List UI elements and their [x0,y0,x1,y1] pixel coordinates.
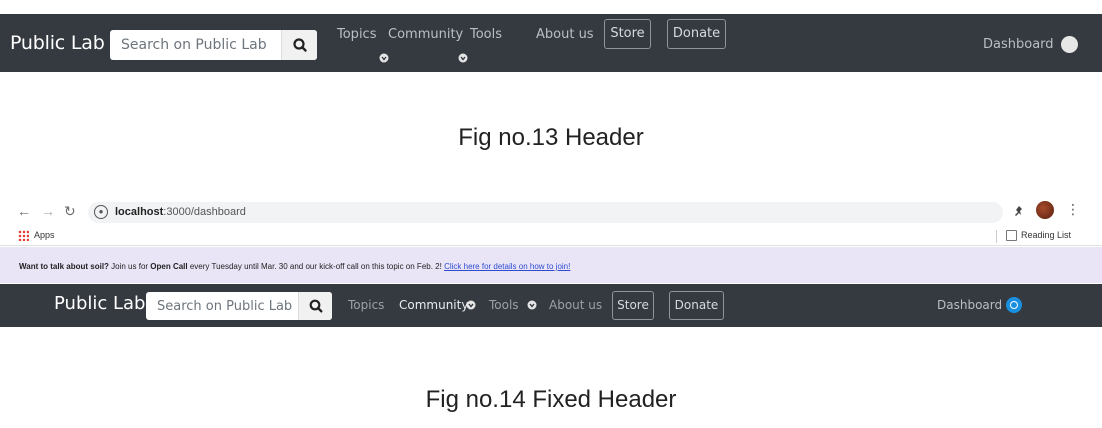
address-bar[interactable]: ● localhost:3000/dashboard [88,202,1003,223]
more-menu-icon[interactable]: ⋮ [1066,201,1080,218]
nav-link-topics[interactable]: Topics [337,27,376,42]
user-avatar[interactable] [1061,36,1078,53]
brand-logo-text[interactable]: Public Lab [10,32,105,54]
url-text[interactable]: localhost:3000/dashboard [115,206,246,218]
store-button[interactable]: Store [604,19,651,49]
search-box: Search on Public Lab [146,292,332,320]
reading-list-link[interactable]: Reading List [1021,230,1071,240]
donate-button[interactable]: Donate [667,19,726,49]
user-avatar[interactable] [1006,297,1022,313]
pin-extension-icon[interactable] [1013,205,1025,217]
nav-link-community[interactable]: Community [399,298,468,312]
tools-dropdown-icon[interactable] [527,300,537,310]
nav-link-about[interactable]: About us [549,298,602,312]
dashboard-link[interactable]: Dashboard [983,37,1054,52]
donate-button[interactable]: Donate [669,291,724,320]
search-icon [309,299,323,313]
search-icon [293,38,307,52]
tools-dropdown-icon[interactable] [458,53,468,63]
bookmark-divider [996,230,997,243]
announcement-banner: Want to talk about soil? Join us for Ope… [0,247,1102,283]
reading-list-icon[interactable] [1006,230,1017,241]
banner-join-link[interactable]: Click here for details on how to join! [444,262,570,271]
reload-icon[interactable]: ↻ [64,203,76,220]
nav-link-community[interactable]: Community [388,27,463,42]
profile-avatar[interactable] [1036,201,1054,219]
search-input[interactable]: Search on Public Lab [157,299,292,314]
search-box: Search on Public Lab [110,30,317,60]
browser-toolbar: ← → ↻ ● localhost:3000/dashboard ⋮ [0,197,1102,227]
figure-13-caption: Fig no.13 Header [458,124,644,151]
banner-text: Want to talk about soil? Join us for Ope… [19,262,571,271]
figure-14-caption: Fig no.14 Fixed Header [425,386,677,413]
fixed-header-navbar: Public Lab Search on Public Lab Topics C… [0,284,1102,327]
brand-logo-text[interactable]: Public Lab [54,293,145,314]
community-dropdown-icon[interactable] [379,53,389,63]
nav-link-tools[interactable]: Tools [489,298,519,312]
nav-link-about[interactable]: About us [536,27,594,42]
community-dropdown-icon[interactable] [466,300,476,310]
search-button[interactable] [281,30,317,60]
apps-bookmark[interactable]: Apps [34,230,55,240]
nav-link-tools[interactable]: Tools [470,27,502,42]
apps-grid-icon[interactable] [18,230,29,241]
store-button[interactable]: Store [612,291,654,320]
nav-link-topics[interactable]: Topics [348,298,384,312]
site-info-icon[interactable]: ● [94,205,108,219]
dashboard-link[interactable]: Dashboard [937,298,1002,312]
browser-window: ← → ↻ ● localhost:3000/dashboard ⋮ Apps … [0,197,1102,330]
bookmarks-bar: Apps Reading List [0,227,1102,246]
forward-arrow-icon[interactable]: → [41,203,55,219]
header-navbar: Public Lab Search on Public Lab Topics C… [0,14,1102,72]
search-button[interactable] [298,292,332,320]
search-input[interactable]: Search on Public Lab [121,37,267,53]
back-arrow-icon[interactable]: ← [17,203,31,219]
